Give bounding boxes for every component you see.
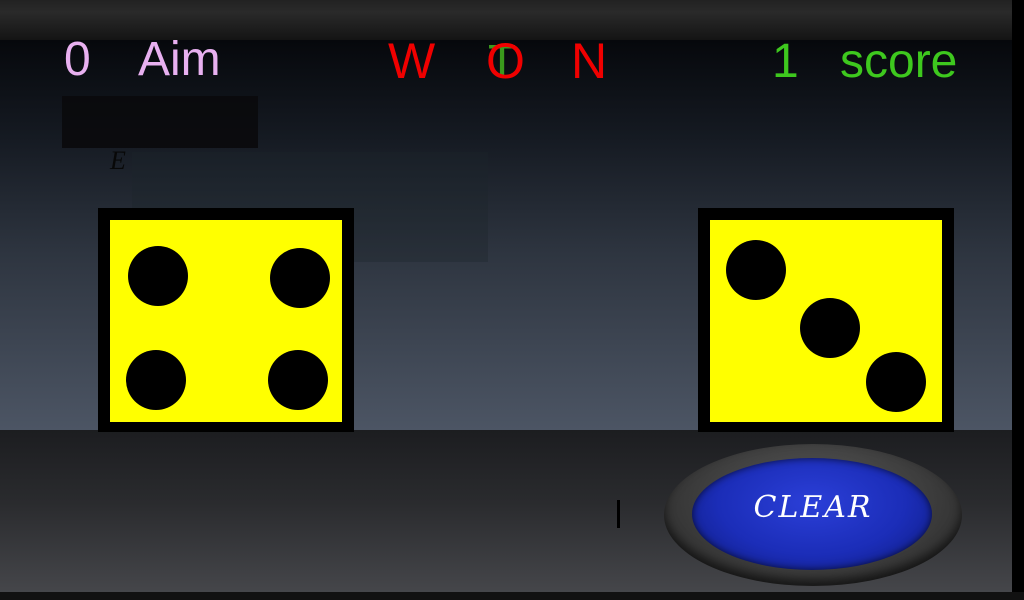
- status-letter-w: W: [388, 33, 436, 89]
- right-die-pip-3: [866, 352, 926, 412]
- status-letter-n: N: [571, 33, 608, 89]
- left-die-pip-2: [270, 248, 330, 308]
- status-letter-o: O: [486, 33, 525, 89]
- left-die-face: [110, 220, 342, 422]
- divider-mark: [617, 500, 620, 528]
- right-die-pip-1: [726, 240, 786, 300]
- score-label: score: [840, 35, 958, 88]
- left-die[interactable]: [98, 208, 354, 432]
- left-die-pip-1: [128, 246, 188, 306]
- right-die-face: [710, 220, 942, 422]
- aim-label: Aim: [138, 33, 221, 86]
- clear-button[interactable]: CLEAR: [664, 444, 962, 586]
- right-die[interactable]: [698, 208, 954, 432]
- game-screen: E 0 Aim T W O N 1 score CLEAR: [0, 0, 1024, 600]
- bottom-border: [0, 592, 1024, 600]
- score-value: 1: [772, 35, 799, 88]
- dark-panel: [62, 96, 258, 148]
- clear-button-label: CLEAR: [753, 490, 873, 525]
- faint-glyph: E: [110, 146, 126, 175]
- right-border: [1012, 0, 1024, 600]
- left-die-pip-4: [268, 350, 328, 410]
- game-status: T W O N: [388, 36, 628, 86]
- aim-value: 0: [64, 33, 91, 86]
- left-die-pip-3: [126, 350, 186, 410]
- right-die-pip-2: [800, 298, 860, 358]
